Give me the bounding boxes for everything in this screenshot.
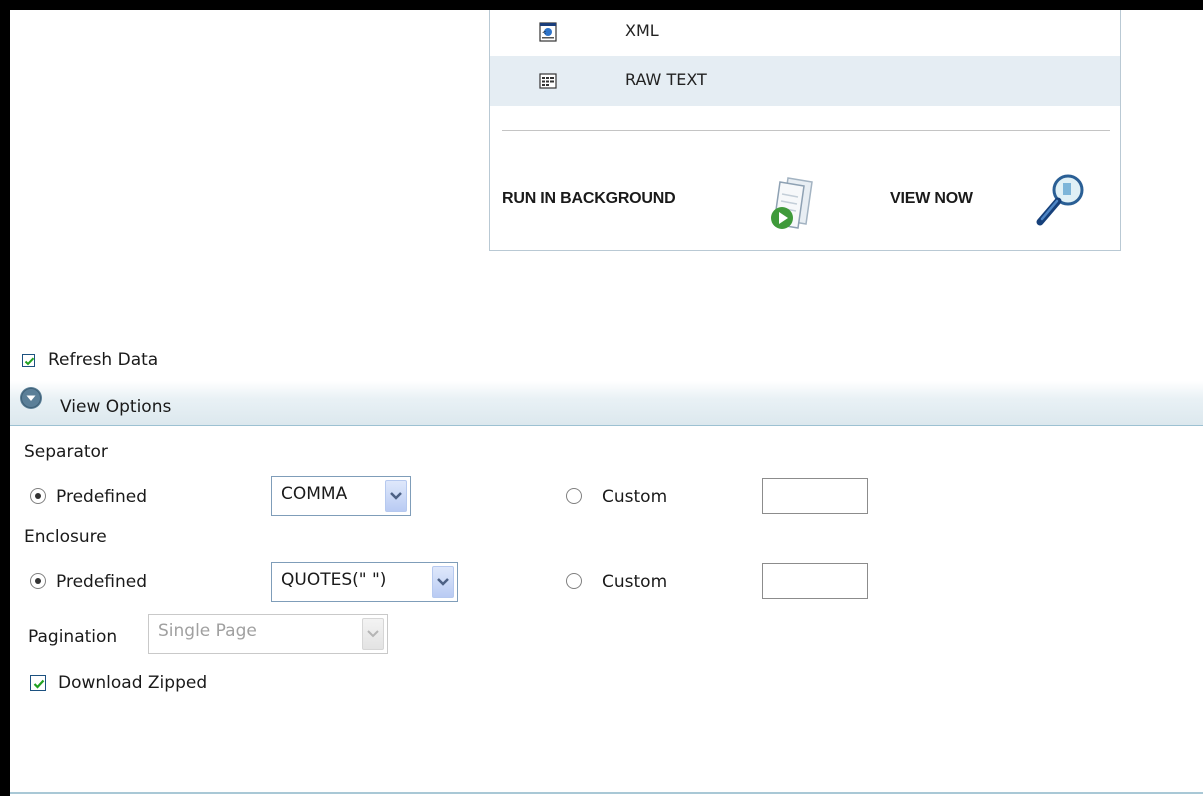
pagination-select: Single Page (148, 614, 388, 654)
pagination-label: Pagination (28, 627, 118, 647)
format-option-xml[interactable]: < XML (490, 10, 1120, 56)
separator-predefined-label: Predefined (56, 487, 148, 507)
view-now-label: VIEW NOW (890, 190, 973, 207)
separator-predefined-radio[interactable] (30, 488, 46, 504)
collapse-toggle-icon[interactable] (20, 387, 42, 409)
format-label-raw-text: RAW TEXT (625, 70, 707, 89)
enclosure-custom-label: Custom (602, 572, 668, 592)
chevron-down-icon (362, 618, 384, 650)
run-in-background-label: RUN IN BACKGROUND (502, 190, 676, 207)
pagination-select-value: Single Page (158, 621, 257, 641)
separator-custom-label: Custom (602, 487, 668, 507)
enclosure-predefined-label: Predefined (56, 572, 148, 592)
view-options-header[interactable]: View Options (10, 381, 1203, 426)
refresh-data-checkbox[interactable] (22, 353, 35, 367)
separator-select[interactable]: COMMA (271, 476, 411, 516)
download-zipped-checkbox[interactable] (30, 675, 46, 691)
format-label-xml: XML (625, 21, 659, 40)
view-now-button[interactable]: VIEW NOW (890, 170, 1100, 234)
bottom-border (10, 792, 1203, 794)
format-option-raw-text[interactable]: RAW TEXT (490, 56, 1120, 106)
raw-text-file-icon (539, 73, 557, 89)
chevron-down-icon[interactable] (432, 566, 454, 598)
enclosure-select-value: QUOTES(" ") (281, 570, 387, 590)
view-options-title: View Options (60, 397, 172, 417)
refresh-data-option[interactable]: Refresh Data (22, 350, 158, 370)
window-frame-top (0, 0, 1203, 10)
separator-custom-input[interactable] (762, 478, 868, 514)
enclosure-predefined-radio[interactable] (30, 573, 46, 589)
magnifier-icon (1036, 174, 1084, 226)
separator-custom-radio[interactable] (566, 488, 582, 504)
enclosure-custom-input[interactable] (762, 563, 868, 599)
export-format-panel: < XML RAW TEXT RUN IN BACKGROUND VIEW NO… (489, 10, 1121, 251)
svg-text:<: < (542, 30, 546, 36)
enclosure-custom-radio[interactable] (566, 573, 582, 589)
run-in-background-button[interactable]: RUN IN BACKGROUND (502, 170, 822, 234)
window-frame-left (0, 0, 10, 796)
refresh-data-label: Refresh Data (48, 350, 159, 370)
separator-heading: Separator (24, 442, 108, 462)
run-background-icon (771, 177, 813, 229)
chevron-down-icon[interactable] (385, 480, 407, 512)
xml-file-icon: < (539, 22, 557, 42)
enclosure-select[interactable]: QUOTES(" ") (271, 562, 458, 602)
download-zipped-label: Download Zipped (58, 673, 208, 693)
panel-divider (502, 130, 1110, 131)
separator-select-value: COMMA (281, 484, 348, 504)
enclosure-heading: Enclosure (24, 527, 107, 547)
download-zipped-option[interactable]: Download Zipped (30, 673, 207, 693)
